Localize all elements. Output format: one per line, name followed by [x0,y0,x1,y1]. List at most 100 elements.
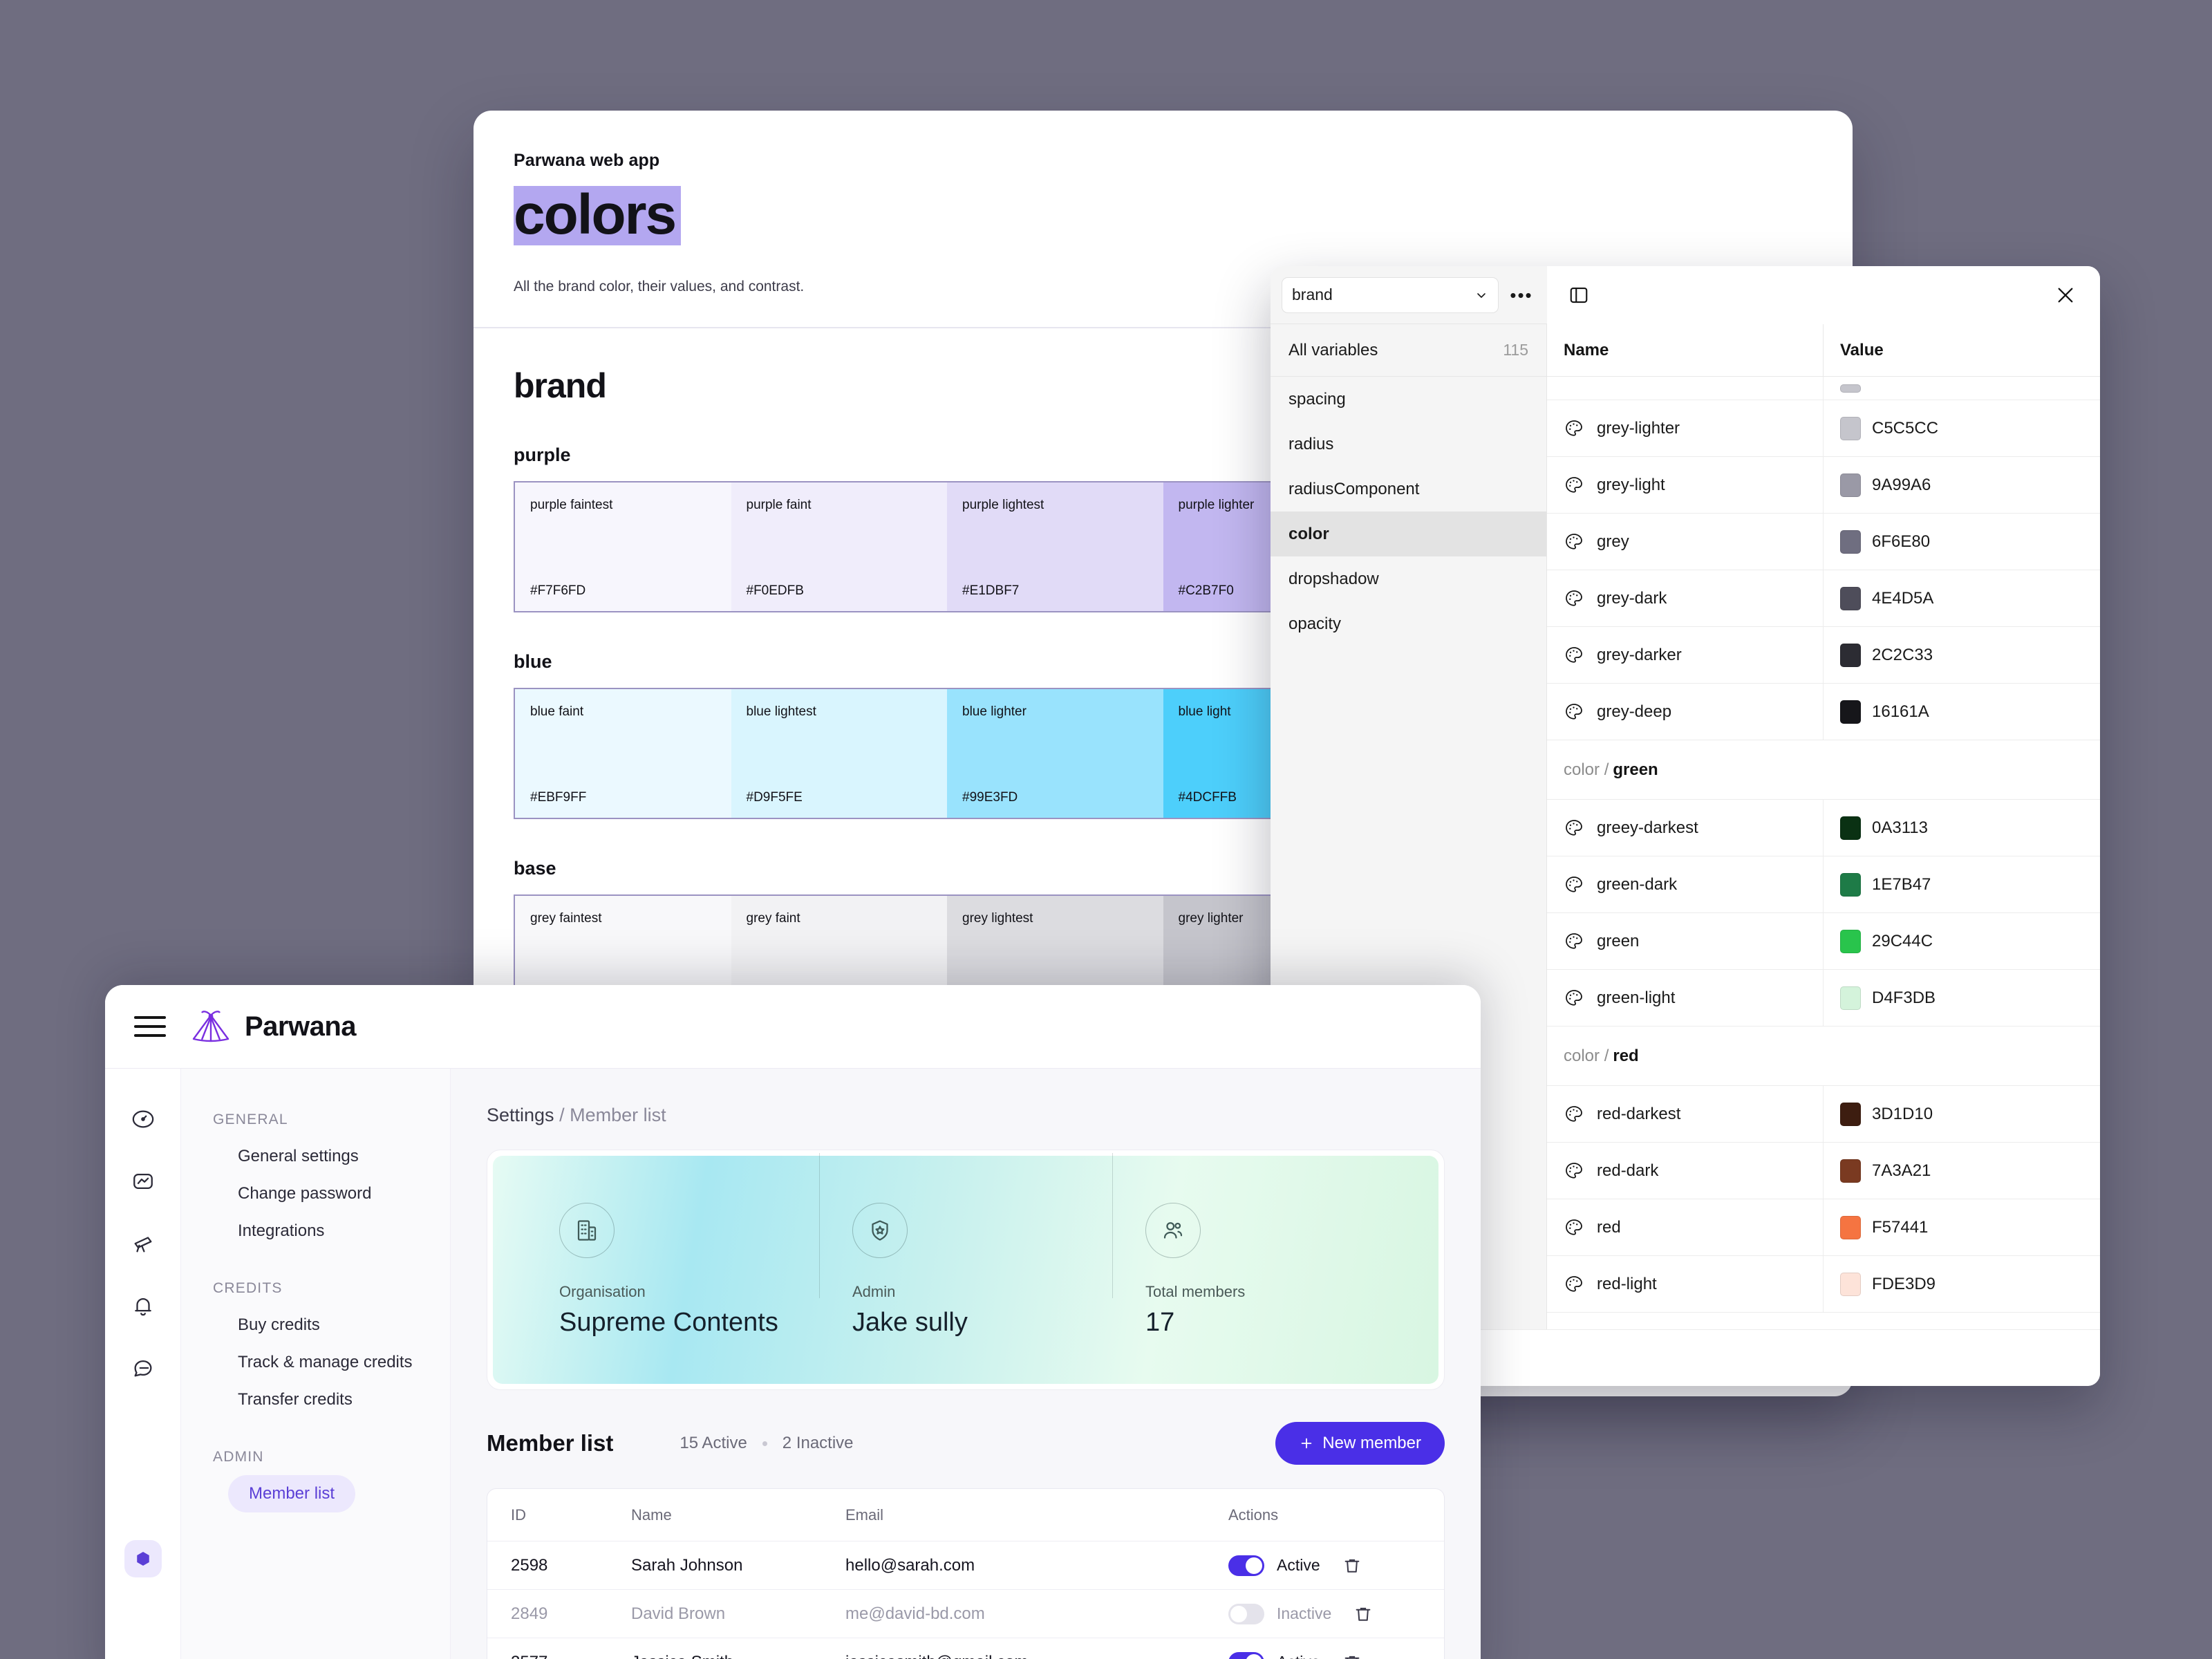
sidebar-item-transfer-credits[interactable]: Transfer credits [213,1381,450,1418]
column-header-name: Name [631,1506,672,1524]
sidebar-item-radius[interactable]: radius [1271,422,1546,467]
chat-bubble-icon[interactable] [124,1349,162,1387]
new-member-label: New member [1322,1434,1421,1452]
sidebar-item-all-variables[interactable]: All variables 115 [1271,324,1546,377]
telescope-icon[interactable] [124,1225,162,1262]
cell-value[interactable]: FDE3D9 [1824,1256,2100,1312]
member-list-header: Member list 15 Active 2 Inactive New mem… [487,1422,1445,1465]
variable-name: red [1597,1217,1621,1237]
cell-value[interactable]: 1E7B47 [1824,856,2100,912]
cell-value[interactable]: 16161A [1824,684,2100,740]
sidebar-item-buy-credits[interactable]: Buy credits [213,1306,450,1344]
table-row[interactable]: 2577Jessica Smithjessicasmith@gmail.com A… [487,1638,1444,1659]
color-chip [1840,872,1861,897]
sidebar-item-member-list[interactable]: Member list [228,1475,356,1512]
stat-organisation: Organisation Supreme Contents [526,1202,819,1338]
variable-name: red-dark [1597,1161,1659,1180]
app-brand[interactable]: Parwana [189,1009,357,1044]
variable-value: D4F3DB [1872,988,1936,1007]
status-label: Active [1277,1653,1320,1659]
color-swatch[interactable]: blue lighter #99E3FD [947,689,1163,818]
cell-value[interactable]: 2C2C33 [1824,627,2100,683]
variables-table-body[interactable]: grey-lighter C5C5CC grey-light 9A99A6 grey 6F… [1547,377,2100,1329]
palette-icon [1566,476,1582,493]
trash-icon[interactable] [1333,1546,1371,1585]
cell-value[interactable]: 3D1D10 [1824,1086,2100,1142]
table-row[interactable]: red F57441 [1547,1199,2100,1256]
cell-name: red [1547,1199,1824,1255]
cell-name: green-dark [1547,856,1824,912]
table-row[interactable]: 2598 Sarah Johnson hello@sarah.com Active [487,1541,1444,1590]
color-swatch[interactable]: purple faint #F0EDFB [731,482,947,611]
cell-value[interactable]: 0A3113 [1824,800,2100,856]
cell-value[interactable]: D4F3DB [1824,970,2100,1026]
sidebar-item-opacity[interactable]: opacity [1271,601,1546,646]
cell-value[interactable]: C5C5CC [1824,400,2100,456]
swatch-name: purple faint [746,498,812,512]
sidebar-item-spacing[interactable]: spacing [1271,377,1546,422]
cell-value[interactable]: 9A99A6 [1824,457,2100,513]
palette-icon [1566,819,1582,836]
panel-toggle-icon[interactable] [1564,280,1594,310]
collection-select[interactable]: brand [1282,276,1499,313]
table-row[interactable]: grey 6F6E80 [1547,514,2100,570]
table-row[interactable]: greey-darkest 0A3113 [1547,800,2100,856]
status-toggle[interactable] [1228,1603,1264,1624]
table-row[interactable]: grey-deep 16161A [1547,684,2100,740]
swatch-name: blue faint [530,704,584,719]
color-swatch[interactable]: purple faintest #F7F6FD [515,482,731,611]
new-member-button[interactable]: New member [1275,1422,1445,1465]
sidebar-item-dropshadow[interactable]: dropshadow [1271,556,1546,601]
variable-group-header: color / green [1547,740,2100,800]
analytics-chart-icon[interactable] [124,1163,162,1200]
speedometer-icon[interactable] [124,1100,162,1138]
sidebar-item-radiuscomponent[interactable]: radiusComponent [1271,467,1546,512]
cell-value[interactable]: 4E4D5A [1824,570,2100,626]
sidebar-item-color[interactable]: color [1271,512,1546,556]
table-row[interactable]: red-darkest 3D1D10 [1547,1086,2100,1143]
sidebar-item-integrations[interactable]: Integrations [213,1212,450,1250]
settings-hexagon-icon[interactable] [124,1540,162,1577]
more-horizontal-icon[interactable]: ••• [1506,286,1537,304]
color-swatch[interactable]: blue lightest #D9F5FE [731,689,947,818]
bell-icon[interactable] [124,1287,162,1324]
variable-name: grey-light [1597,475,1665,494]
table-row[interactable]: grey-light 9A99A6 [1547,457,2100,514]
breadcrumb: Settings / Member list [487,1105,1445,1126]
trash-icon[interactable] [1344,1595,1382,1633]
cell-value[interactable]: 29C44C [1824,913,2100,969]
status-toggle[interactable] [1228,1555,1264,1576]
table-row[interactable]: grey-lighter C5C5CC [1547,400,2100,457]
table-row[interactable]: green-dark 1E7B47 [1547,856,2100,913]
hamburger-menu-icon[interactable] [134,1016,166,1037]
close-icon[interactable] [2050,280,2081,310]
table-row[interactable]: red-dark 7A3A21 [1547,1143,2100,1199]
sidebar-item-general-settings[interactable]: General settings [213,1138,450,1175]
color-swatch[interactable]: blue faint #EBF9FF [515,689,731,818]
cell-value[interactable]: F57441 [1824,1199,2100,1255]
table-row[interactable]: red-light FDE3D9 [1547,1256,2100,1313]
color-swatch[interactable]: purple lightest #E1DBF7 [947,482,1163,611]
stats-card: Organisation Supreme Contents Admin Jake… [487,1150,1445,1390]
status-toggle[interactable] [1228,1651,1264,1659]
palette-icon [1566,533,1582,550]
sidebar-item-change-password[interactable]: Change password [213,1175,450,1212]
trash-icon[interactable] [1333,1643,1371,1659]
color-chip [1840,1272,1861,1296]
stat-label: Total members [1145,1282,1246,1300]
sidebar-item-track-manage-credits[interactable]: Track & manage credits [213,1344,450,1381]
all-variables-label: All variables [1288,340,1378,359]
breadcrumb-root[interactable]: Settings [487,1105,554,1125]
table-row[interactable]: green-light D4F3DB [1547,970,2100,1027]
table-row[interactable]: 2849 David Brown me@david-bd.com Inactive [487,1590,1444,1638]
table-row[interactable]: green 29C44C [1547,913,2100,970]
table-row[interactable]: grey-dark 4E4D5A [1547,570,2100,627]
cell-value[interactable]: 6F6E80 [1824,514,2100,570]
variables-group-list: spacing radius radiusComponent color dropsha… [1271,377,1546,646]
cell-name: greey-darkest [1547,800,1824,856]
table-row[interactable]: grey-darker 2C2C33 [1547,627,2100,684]
cell-value [1824,377,2100,400]
swatch-hex: #D9F5FE [746,790,803,805]
cell-value[interactable]: 7A3A21 [1824,1143,2100,1199]
swatch-hex: #4DCFFB [1178,790,1237,805]
